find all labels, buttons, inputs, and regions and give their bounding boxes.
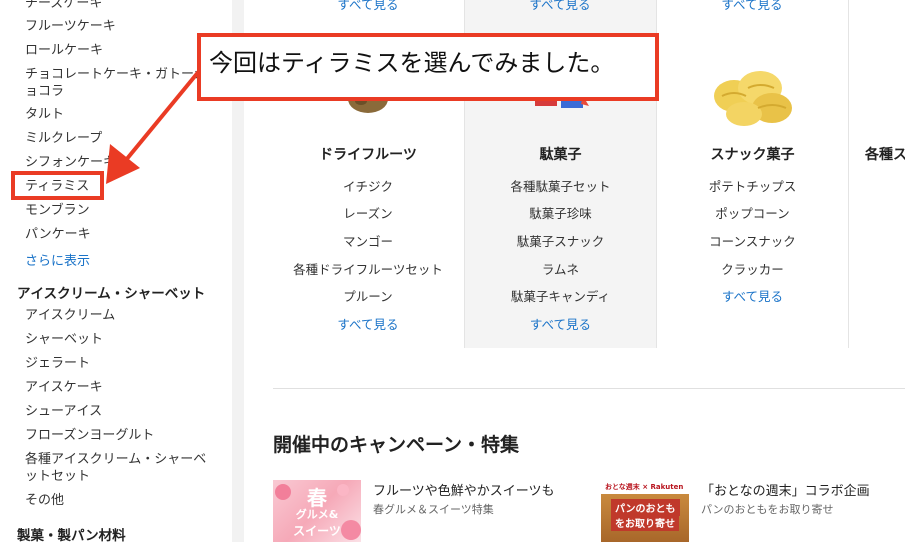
category-item[interactable]: 駄菓子スナック [465,231,656,250]
category-item[interactable]: 各種ドライフルーツセット [273,259,463,278]
category-item[interactable]: ラムネ [465,259,656,278]
campaign-title[interactable]: 「おとなの週末」コラボ企画 [701,480,870,499]
category-title[interactable]: スナック菓子 [657,144,848,164]
sidebar-heading-baking[interactable]: 製菓・製パン材料 [17,524,126,544]
thumb-text-order: をお取り寄せ [611,514,679,531]
column-divider [848,0,849,348]
sidebar-item-cheesecake[interactable]: チーズケーキ [25,0,102,12]
sidebar-item-chocolate-cake[interactable]: チョコレートケーキ・ガトーショコラ [25,66,215,100]
category-item[interactable]: 駄菓子キャンディ [465,286,656,305]
section-divider [273,388,905,389]
thumb-text-collab-logo: おとな週末 × Rakuten [605,483,684,491]
sidebar-item-ice-cream[interactable]: アイスクリーム [25,307,115,324]
sidebar-item-pancake[interactable]: パンケーキ [25,226,91,243]
sidebar-item-gelato[interactable]: ジェラート [25,355,90,372]
campaign-subtitle: 春グルメ＆スイーツ特集 [373,503,494,516]
campaign-thumbnail-spring[interactable]: 春 グルメ& スイーツ [273,480,361,542]
see-all-link[interactable]: すべて見る [273,314,463,333]
potato-chips-image[interactable] [712,66,794,128]
campaign-heading: 開催中のキャンペーン・特集 [273,434,520,456]
category-title[interactable]: 駄菓子 [465,144,656,164]
category-item[interactable]: クラッカー [657,259,848,278]
sidebar-item-ice-set[interactable]: 各種アイスクリーム・シャーベットセット [25,451,215,485]
campaign-thumbnail-bread[interactable]: おとな週末 × Rakuten パンのおとも をお取り寄せ [601,480,689,542]
thumb-text-sweets: スイーツ [293,524,341,538]
category-item[interactable]: マンゴー [273,231,463,250]
sidebar-item-chiffon-cake[interactable]: シフォンケーキ [25,154,116,171]
category-item[interactable]: プルーン [273,286,463,305]
category-item[interactable]: コーンスナック [657,231,848,250]
campaign-title[interactable]: フルーツや色鮮やかスイーツも [373,480,554,499]
category-item[interactable]: イチジク [273,176,463,195]
sidebar-heading-ice-cream[interactable]: アイスクリーム・シャーベット [17,282,205,302]
campaign-subtitle: パンのおともをお取り寄せ [701,503,834,516]
category-title[interactable]: ドライフルーツ [273,144,463,164]
category-item[interactable]: 駄菓子珍味 [465,203,656,222]
sidebar-item-other[interactable]: その他 [25,492,64,509]
show-more-link[interactable]: さらに表示 [25,250,90,269]
category-column-snacks: スナック菓子 ポテトチップス ポップコーン コーンスナック クラッカー すべて見… [657,0,848,348]
sidebar-item-mille-crepe[interactable]: ミルクレープ [25,130,102,147]
sidebar-item-sherbet[interactable]: シャーベット [25,331,103,348]
category-item[interactable]: レーズン [273,203,463,222]
see-all-link[interactable]: すべて見る [465,314,656,333]
sidebar-item-ice-cake[interactable]: アイスケーキ [25,379,103,396]
sidebar-item-roll-cake[interactable]: ロールケーキ [25,42,103,59]
sidebar-item-mont-blanc[interactable]: モンブラン [25,202,90,219]
thumb-text-gourmet: グルメ& [295,508,339,521]
sidebar-item-choux-ice[interactable]: シューアイス [25,403,102,420]
tiramisu-highlight-box [11,171,104,200]
annotation-text: 今回はティラミスを選んでみました。 [209,49,615,77]
category-item[interactable]: 各種駄菓子セット [465,176,656,195]
see-all-link[interactable]: すべて見る [657,286,848,305]
category-item[interactable]: ポップコーン [657,203,848,222]
sidebar-item-tart[interactable]: タルト [25,106,64,123]
sidebar-item-frozen-yogurt[interactable]: フローズンヨーグルト [25,427,154,444]
sidebar-item-fruit-cake[interactable]: フルーツケーキ [25,18,116,35]
category-title-clipped[interactable]: 各種ス [865,144,905,164]
annotation-callout: 今回はティラミスを選んでみました。 [197,33,659,101]
category-item[interactable]: ポテトチップス [657,176,848,195]
